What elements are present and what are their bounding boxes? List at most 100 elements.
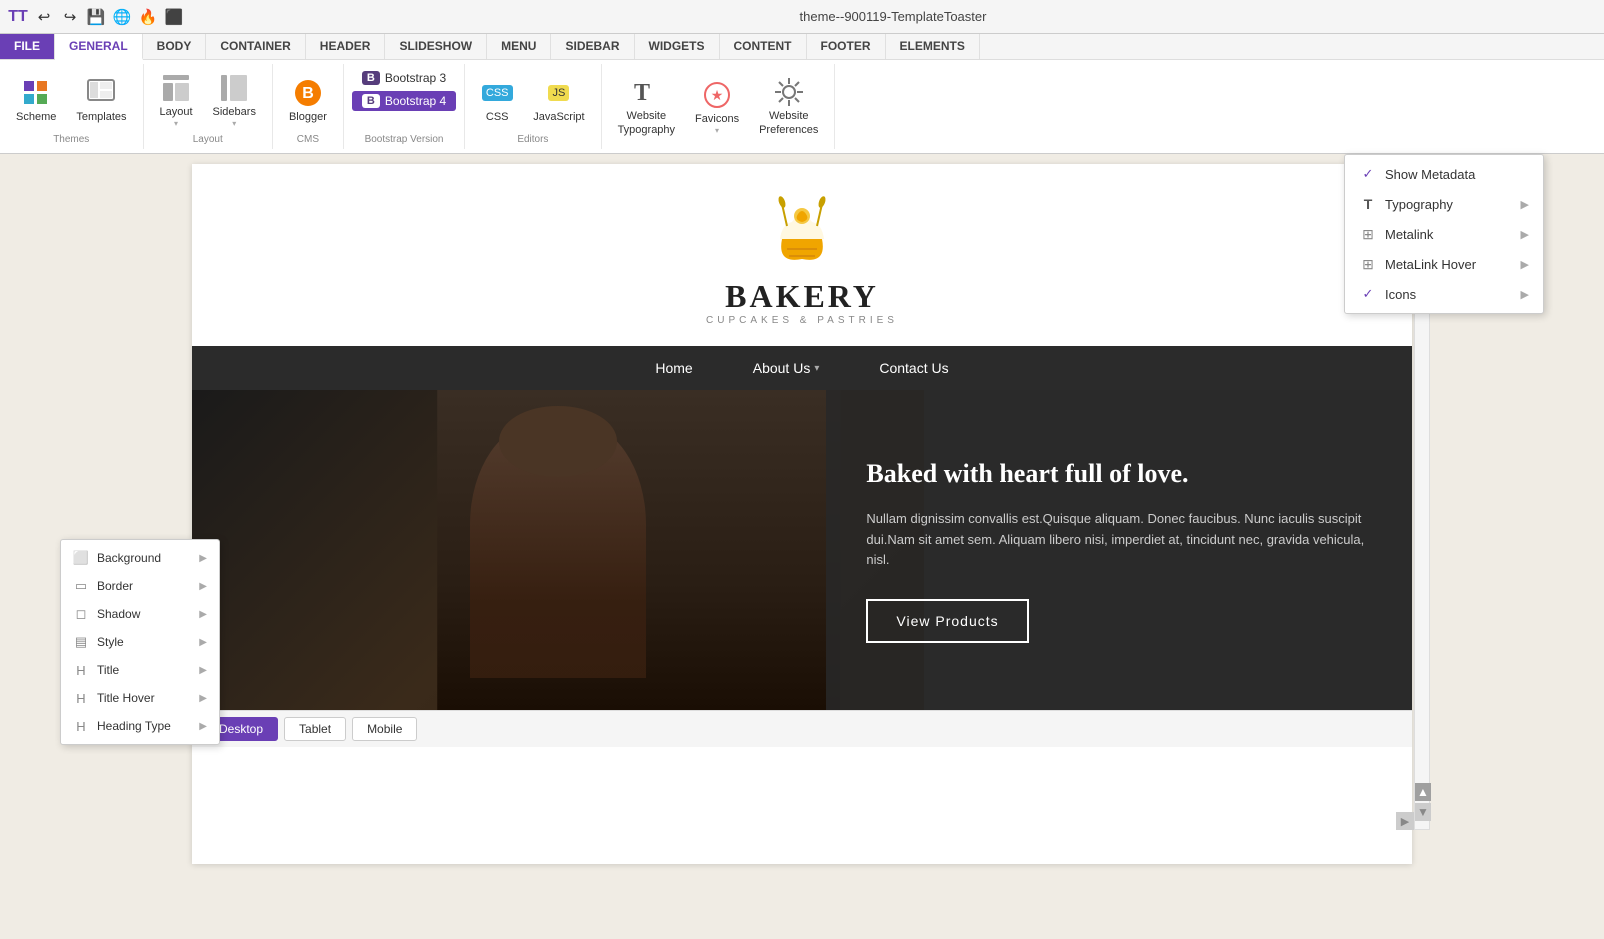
favicons-icon: ★: [701, 79, 733, 111]
javascript-label: JavaScript: [533, 111, 584, 124]
templates-button[interactable]: Templates: [68, 73, 134, 128]
scroll-down-button[interactable]: ▼: [1415, 803, 1431, 821]
themes-group-label: Themes: [53, 132, 89, 145]
ctx-shadow[interactable]: ◻ Shadow ▶: [61, 600, 219, 628]
fire-icon[interactable]: 🔥: [138, 7, 158, 27]
rctx-show-metadata-label: Show Metadata: [1385, 167, 1475, 182]
css-label: CSS: [486, 111, 509, 124]
redo-icon[interactable]: ↪: [60, 7, 80, 27]
tab-body[interactable]: BODY: [143, 34, 207, 59]
bootstrap3-label: Bootstrap 3: [385, 71, 446, 85]
tab-elements[interactable]: ELEMENTS: [886, 34, 980, 59]
website-typography-button[interactable]: T WebsiteTypography: [610, 72, 683, 140]
ribbon-group-layout: Layout ▾ Sidebars ▾ Layout: [144, 64, 273, 149]
rctx-icons[interactable]: ✓ Icons ▶: [1345, 279, 1543, 309]
title-hover-icon: H: [73, 690, 89, 706]
rctx-typography-icon: T: [1359, 195, 1377, 213]
hero-title: Baked with heart full of love.: [866, 457, 1372, 491]
tab-header[interactable]: HEADER: [306, 34, 386, 59]
website-items: T WebsiteTypography ★ Favicons ▾: [610, 68, 827, 145]
tab-menu[interactable]: MENU: [487, 34, 551, 59]
page-outer: BAKERY CUPCAKES & PASTRIES Home About Us…: [0, 154, 1604, 874]
view-products-button[interactable]: View Products: [866, 599, 1028, 643]
top-bar: TT ↩ ↪ 💾 🌐 🔥 ⬛ theme--900119-TemplateToa…: [0, 0, 1604, 34]
javascript-button[interactable]: JS JavaScript: [525, 73, 592, 128]
globe-icon[interactable]: 🌐: [112, 7, 132, 27]
right-context-menu: ✓ Show Metadata T Typography ▶ ⊞ Metalin…: [1344, 154, 1544, 314]
layout-label: Layout: [160, 106, 193, 119]
ribbon-group-themes: Scheme Templates Themes: [0, 64, 144, 149]
tab-sidebar[interactable]: SIDEBAR: [551, 34, 634, 59]
window-title: theme--900119-TemplateToaster: [190, 9, 1596, 24]
rctx-metalink-hover-icon: ⊞: [1359, 255, 1377, 273]
tab-content[interactable]: CONTENT: [720, 34, 807, 59]
templates-icon: [85, 77, 117, 109]
tab-general[interactable]: GENERAL: [55, 34, 143, 60]
layout-group-label: Layout: [193, 132, 223, 145]
bakery-sub: CUPCAKES & PASTRIES: [706, 315, 898, 326]
ctx-title-hover[interactable]: H Title Hover ▶: [61, 684, 219, 712]
css-button[interactable]: CSS CSS: [473, 73, 521, 128]
undo-icon[interactable]: ↩: [34, 7, 54, 27]
bootstrap4-badge: B: [362, 94, 380, 108]
sidebars-button[interactable]: Sidebars ▾: [205, 68, 264, 132]
cms-group-label: CMS: [297, 132, 319, 145]
ribbon-tab-bar: FILE GENERAL BODY CONTAINER HEADER SLIDE…: [0, 34, 1604, 60]
rctx-typography[interactable]: T Typography ▶: [1345, 189, 1543, 219]
ctx-heading-type-label: Heading Type: [97, 719, 171, 733]
tablet-tab[interactable]: Tablet: [284, 717, 346, 741]
tab-widgets[interactable]: WIDGETS: [635, 34, 720, 59]
ctx-border[interactable]: ▭ Border ▶: [61, 572, 219, 600]
rctx-icons-arrow-icon: ▶: [1521, 288, 1529, 301]
ribbon-group-bootstrap: B Bootstrap 3 B Bootstrap 4 Bootstrap Ve…: [344, 64, 465, 149]
website-typography-icon: T: [630, 76, 662, 108]
background-arrow-icon: ▶: [199, 553, 207, 564]
rctx-show-metadata[interactable]: ✓ Show Metadata: [1345, 159, 1543, 189]
rctx-metalink-hover[interactable]: ⊞ MetaLink Hover ▶: [1345, 249, 1543, 279]
favicons-button[interactable]: ★ Favicons ▾: [687, 75, 747, 139]
layout-icon: [160, 72, 192, 104]
editors-group-label: Editors: [517, 132, 548, 145]
layout-button[interactable]: Layout ▾: [152, 68, 201, 132]
scroll-up-button[interactable]: ▲: [1415, 783, 1431, 801]
scheme-label: Scheme: [16, 111, 56, 124]
rctx-metalink-arrow-icon: ▶: [1521, 228, 1529, 241]
save-icon[interactable]: 💾: [86, 7, 106, 27]
hero-image: [192, 390, 924, 710]
ctx-heading-type[interactable]: H Heading Type ▶: [61, 712, 219, 740]
website-typography-label: WebsiteTypography: [618, 110, 675, 136]
svg-text:T: T: [634, 80, 650, 106]
rctx-metalink-hover-arrow-icon: ▶: [1521, 258, 1529, 271]
about-dropdown-icon: ▾: [814, 363, 819, 374]
rctx-metalink-hover-label: MetaLink Hover: [1385, 257, 1476, 272]
tab-slideshow[interactable]: SLIDESHOW: [385, 34, 487, 59]
scheme-button[interactable]: Scheme: [8, 73, 64, 128]
bootstrap3-badge: B: [362, 71, 380, 85]
ctx-background[interactable]: ⬜ Background ▶: [61, 544, 219, 572]
website-preferences-button[interactable]: WebsitePreferences: [751, 72, 826, 140]
scroll-right-button[interactable]: ▶: [1396, 812, 1414, 830]
blogger-label: Blogger: [289, 111, 327, 124]
bootstrap3-button[interactable]: B Bootstrap 3: [352, 68, 456, 88]
svg-text:★: ★: [711, 87, 724, 103]
tab-container[interactable]: CONTAINER: [206, 34, 305, 59]
style-arrow-icon: ▶: [199, 637, 207, 648]
nav-contact[interactable]: Contact Us: [879, 360, 948, 376]
ctx-style[interactable]: ▤ Style ▶: [61, 628, 219, 656]
bootstrap4-button[interactable]: B Bootstrap 4: [352, 91, 456, 111]
tab-file[interactable]: FILE: [0, 34, 55, 59]
mobile-tab[interactable]: Mobile: [352, 717, 417, 741]
website-preferences-label: WebsitePreferences: [759, 110, 818, 136]
record-icon[interactable]: ⬛: [164, 7, 184, 27]
hero-description: Nullam dignissim convallis est.Quisque a…: [866, 509, 1372, 571]
blogger-button[interactable]: B Blogger: [281, 73, 335, 128]
layout-items: Layout ▾ Sidebars ▾: [152, 68, 264, 132]
rctx-typography-arrow-icon: ▶: [1521, 198, 1529, 211]
nav-about[interactable]: About Us ▾: [753, 360, 820, 376]
tt-icon[interactable]: TT: [8, 7, 28, 27]
ctx-title[interactable]: H Title ▶: [61, 656, 219, 684]
rctx-metalink[interactable]: ⊞ Metalink ▶: [1345, 219, 1543, 249]
website-preferences-icon: [773, 76, 805, 108]
tab-footer[interactable]: FOOTER: [807, 34, 886, 59]
nav-home[interactable]: Home: [655, 360, 692, 376]
